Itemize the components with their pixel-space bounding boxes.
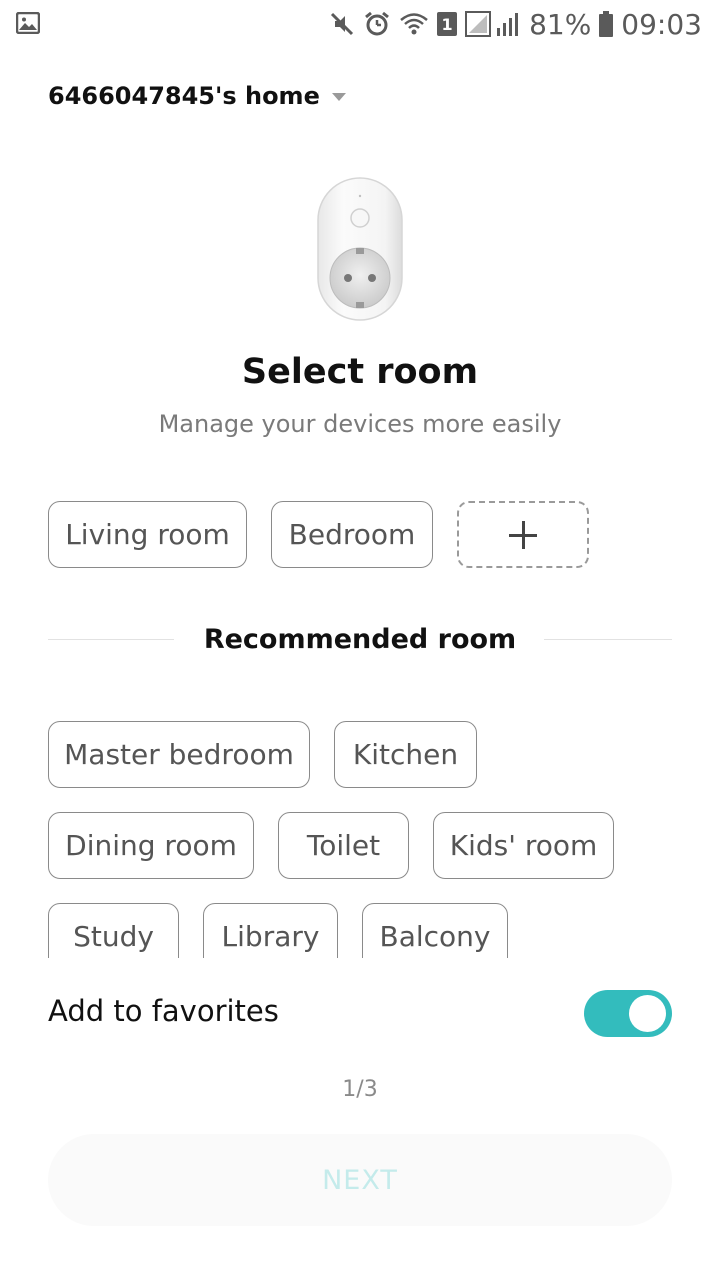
recommended-title: Recommended room (203, 624, 517, 655)
room-chip-study[interactable]: Study (48, 903, 179, 958)
next-button[interactable]: NEXT (48, 1134, 672, 1226)
room-chip-master-bedroom[interactable]: Master bedroom (48, 721, 310, 788)
wifi-icon (399, 11, 429, 37)
toggle-knob (629, 995, 666, 1032)
favorites-toggle[interactable] (584, 990, 672, 1037)
sim-badge: 1 (437, 12, 458, 36)
home-name: 6466047845's home (48, 82, 320, 110)
clock: 09:03 (621, 7, 702, 41)
room-chip-kitchen[interactable]: Kitchen (334, 721, 477, 788)
room-chip-toilet[interactable]: Toilet (278, 812, 409, 879)
add-room-button[interactable] (457, 501, 589, 568)
alarm-icon (363, 10, 391, 38)
dropdown-caret-icon (331, 93, 346, 101)
page-subtitle: Manage your devices more easily (158, 410, 562, 438)
room-chip-balcony[interactable]: Balcony (362, 903, 508, 958)
status-bar: 1 81% 09:03 (0, 0, 720, 50)
gallery-icon (15, 11, 41, 35)
battery-icon (599, 11, 614, 37)
recommended-room-list: Master bedroom Kitchen Dining room Toile… (0, 700, 720, 958)
battery-percent: 81% (529, 7, 592, 41)
smart-plug-image (316, 176, 404, 322)
room-chip-dining-room[interactable]: Dining room (48, 812, 254, 879)
page-title: Select room (241, 352, 479, 392)
page-indicator: 1/3 (342, 1077, 378, 1102)
room-chip-library[interactable]: Library (203, 903, 338, 958)
room-chip-living-room[interactable]: Living room (48, 501, 247, 568)
room-chip-kids-room[interactable]: Kids' room (433, 812, 614, 879)
home-selector[interactable]: 6466047845's home (48, 78, 346, 114)
add-to-favorites-label: Add to favorites (48, 994, 279, 1028)
mute-icon (329, 11, 355, 37)
plus-icon (509, 520, 537, 549)
room-chip-bedroom[interactable]: Bedroom (271, 501, 433, 568)
signal-icon (465, 10, 521, 38)
